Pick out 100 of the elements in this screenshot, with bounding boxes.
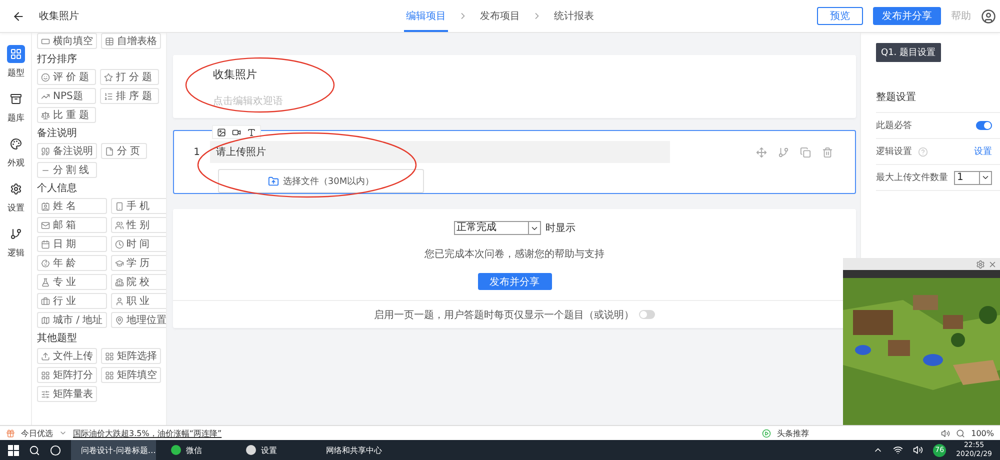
baby-icon <box>41 258 50 268</box>
section-title: 其他题型 <box>37 332 78 346</box>
question-type-item[interactable]: 专业 <box>37 274 107 290</box>
smile-icon <box>41 72 50 82</box>
map-pin-icon <box>114 316 124 324</box>
question-type-item[interactable]: 自增表格 <box>101 33 161 49</box>
taskbar-app[interactable]: 问卷设计-问卷标题… <box>71 440 156 460</box>
contact-icon <box>41 202 50 210</box>
school-icon <box>114 278 124 286</box>
table-icon <box>105 36 114 46</box>
graduation-cap-icon <box>114 258 124 268</box>
one-per-page-label: 启用一页一题，用户答题时每页仅显示一个题目（或说明） <box>374 308 634 322</box>
flask-icon <box>41 278 50 286</box>
question-type-item[interactable]: 备注说明 <box>37 143 97 159</box>
condition-select[interactable]: 正常完成 <box>454 221 540 235</box>
question-type-item[interactable]: 比重题 <box>37 107 96 123</box>
branch-icon <box>10 228 22 240</box>
rail-label: 题库 <box>7 112 24 124</box>
text-icon[interactable] <box>247 128 256 136</box>
preview-button[interactable]: 预览 <box>817 7 863 25</box>
settings-icon[interactable] <box>976 260 985 268</box>
question-type-item[interactable]: 打分题 <box>100 69 159 85</box>
question-type-item[interactable]: 姓名 <box>37 198 107 214</box>
mail-icon <box>41 220 50 230</box>
question-type-item[interactable]: 邮箱 <box>37 217 107 233</box>
publish-button[interactable]: 发布并分享 <box>478 273 552 290</box>
ending-message[interactable]: 您已完成本次问卷，感谢您的帮助与支持 <box>424 247 604 261</box>
intro-title[interactable]: 收集照片 <box>213 67 816 82</box>
question-settings-tag: Q1. 题目设置 <box>876 43 941 62</box>
question-type-item[interactable]: 地理位置 <box>110 312 166 328</box>
question-type-item[interactable]: 性别 <box>110 217 166 233</box>
zoom-level[interactable]: 100% <box>971 428 994 438</box>
section-title: 个人信息 <box>37 182 78 196</box>
question-type-item[interactable]: 年龄 <box>37 255 107 271</box>
taskbar-app[interactable]: 网络和共享中心 <box>316 440 381 460</box>
back-icon[interactable] <box>12 10 25 22</box>
question-type-item[interactable]: 排序题 <box>100 88 159 104</box>
user-icon[interactable] <box>981 8 996 24</box>
taskbar-app[interactable]: 微信 <box>166 440 231 460</box>
max-files-select[interactable]: 1 <box>954 170 992 184</box>
news-link[interactable]: 国际油价大跌超3.5%，油价涨幅“两连降” <box>73 428 222 438</box>
condition-suffix: 时显示 <box>546 222 576 235</box>
grid-icon <box>41 370 50 380</box>
publish-button[interactable]: 发布并分享 <box>873 7 941 25</box>
question-type-item[interactable]: 行业 <box>37 293 107 309</box>
app-icon <box>246 445 256 455</box>
circle-icon[interactable] <box>50 444 61 456</box>
question-type-item[interactable]: 文件上传 <box>37 348 97 364</box>
scale-icon <box>41 110 50 120</box>
logic-settings-link[interactable]: 设置 <box>974 145 992 158</box>
map-icon <box>41 316 50 324</box>
choose-file-button[interactable]: 选择文件（30M以内） <box>218 169 424 193</box>
question-type-item[interactable]: 矩阵选择 <box>101 348 161 364</box>
image-icon[interactable] <box>217 128 226 136</box>
sliders-icon <box>41 390 50 398</box>
question-type-item[interactable]: 分页 <box>101 143 147 159</box>
question-type-item[interactable]: 矩阵打分 <box>37 367 97 383</box>
question-type-item[interactable]: 矩阵填空 <box>101 367 161 383</box>
close-icon[interactable] <box>988 260 997 268</box>
question-type-item[interactable]: 学历 <box>110 255 166 271</box>
caret-icon <box>981 173 990 182</box>
question-type-item[interactable]: 院校 <box>110 274 166 290</box>
survey-title: 收集照片 <box>39 10 79 23</box>
question-type-item[interactable]: 职业 <box>110 293 166 309</box>
promo-label[interactable]: 今日优选 <box>21 428 53 438</box>
section-title: 备注说明 <box>37 126 78 141</box>
question-type-item[interactable]: 横向填空 <box>37 33 97 49</box>
question-type-item[interactable]: 日期 <box>37 236 107 252</box>
windows-logo-icon[interactable] <box>8 444 19 456</box>
archive-icon <box>10 93 22 105</box>
question-type-item[interactable]: 评价题 <box>37 69 96 85</box>
question-type-item[interactable]: 矩阵量表 <box>37 386 97 402</box>
question-type-item[interactable]: 手机 <box>110 198 166 214</box>
settings-heading: 整题设置 <box>876 90 1000 113</box>
caret-icon[interactable] <box>59 429 67 437</box>
trend-icon <box>41 92 50 100</box>
taskbar-app[interactable]: 设置 <box>241 440 306 460</box>
video-icon[interactable] <box>232 128 241 136</box>
feed-label[interactable]: 头条推荐 <box>777 428 810 438</box>
rectangle-icon <box>41 36 50 46</box>
rail-label: 逻辑 <box>7 248 24 259</box>
step-tab[interactable]: 发布项目 <box>478 0 522 32</box>
question-title-field[interactable]: 请上传照片 <box>210 141 670 163</box>
play-icon[interactable] <box>762 428 772 438</box>
question-type-item[interactable]: NPS题 <box>37 88 96 104</box>
question-type-item[interactable]: 时间 <box>110 236 166 252</box>
wifi-icon[interactable] <box>893 445 904 455</box>
section-title: 打分排序 <box>37 52 78 67</box>
one-per-page-toggle[interactable] <box>639 310 655 319</box>
calendar-icon <box>41 240 50 248</box>
step-tab[interactable]: 统计报表 <box>552 0 596 32</box>
question-number: 1 <box>194 146 201 158</box>
clock-icon <box>114 240 124 248</box>
question-type-item[interactable]: 分割线 <box>37 162 97 178</box>
app-icon <box>171 445 181 455</box>
briefcase-icon <box>41 296 50 306</box>
required-toggle[interactable] <box>976 121 992 130</box>
question-type-item[interactable]: 城市 / 地址 <box>37 312 107 328</box>
speaker-icon[interactable] <box>913 445 924 455</box>
folder-upload-icon <box>268 176 279 186</box>
